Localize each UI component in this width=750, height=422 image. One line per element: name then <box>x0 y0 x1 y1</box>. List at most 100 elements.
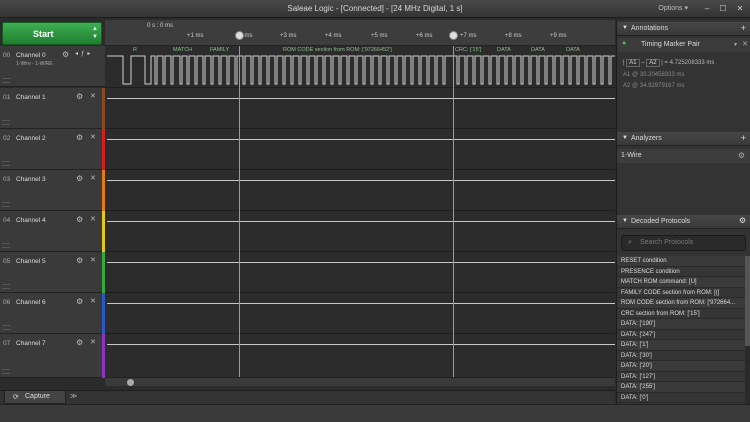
scroll-thumb[interactable] <box>745 256 750 346</box>
tab-capture[interactable]: ⟳ Capture <box>4 391 66 404</box>
channel-row-6[interactable]: 06 Channel 6 ⚙ ✕ <box>0 293 105 334</box>
gear-icon[interactable]: ⚙ <box>76 92 83 101</box>
collapse-icon[interactable]: ▼ <box>622 25 628 31</box>
gear-icon[interactable]: ⚙ <box>76 133 83 142</box>
search-protocols-input[interactable]: ⌕ Search Protocols <box>621 235 746 251</box>
start-options-arrows[interactable]: ▲ ▼ <box>92 25 98 41</box>
gear-icon[interactable]: ⚙ <box>738 151 745 160</box>
list-item[interactable]: CRC section from ROM: ['15'] <box>617 308 745 319</box>
close-icon[interactable]: ✕ <box>90 133 96 141</box>
channel-name[interactable]: Channel 6 <box>16 299 46 306</box>
channel-name[interactable]: Channel 5 <box>16 258 46 265</box>
list-item[interactable]: MATCH ROM command: [U] <box>617 277 745 288</box>
gear-icon[interactable]: ⚙ <box>76 174 83 183</box>
list-item[interactable]: DATA: ['1'] <box>617 340 745 351</box>
gear-icon[interactable]: ⚙ <box>76 297 83 306</box>
list-item[interactable]: DATA: ['247'] <box>617 329 745 340</box>
timing-marker-a2-line[interactable] <box>453 46 454 378</box>
maximize-icon[interactable]: ☐ <box>716 3 730 14</box>
close-icon[interactable]: ✕ <box>90 174 96 182</box>
list-item[interactable]: DATA: ['127'] <box>617 371 745 382</box>
gear-icon[interactable]: ⚙ <box>76 215 83 224</box>
close-icon[interactable]: ✕ <box>90 215 96 223</box>
channel-row-1[interactable]: 01 Channel 1 ⚙ ✕ <box>0 88 105 129</box>
ruler-tick: +6 ms <box>416 33 433 39</box>
drag-handle[interactable] <box>2 284 10 289</box>
scroll-thumb[interactable] <box>127 379 134 386</box>
trigger-controls[interactable]: ◂ƒ▸ <box>75 50 93 57</box>
channel-name[interactable]: Channel 0 <box>16 52 46 59</box>
list-item[interactable]: DATA: ['190'] <box>617 319 745 330</box>
channel-name[interactable]: Channel 1 <box>16 94 46 101</box>
channel-name[interactable]: Channel 3 <box>16 176 46 183</box>
window-title: Saleae Logic - [Connected] - [24 MHz Dig… <box>287 4 463 13</box>
minimize-icon[interactable]: – <box>700 3 714 14</box>
timing-marker-a2[interactable] <box>449 31 458 40</box>
gear-icon[interactable]: ⚙ <box>62 50 69 59</box>
close-icon[interactable]: ✕ <box>90 256 96 264</box>
drag-handle[interactable] <box>2 161 10 166</box>
list-item[interactable]: ROM CODE section from ROM: ['972664... <box>617 298 745 309</box>
list-item[interactable]: FAMILY CODE section from ROM: [(] <box>617 287 745 298</box>
timing-marker-a1[interactable] <box>235 31 244 40</box>
analyzers-header[interactable]: ▼ Analyzers + <box>617 132 750 146</box>
marker-delta-row: | A1 – A2 | = 4.725208333 ms <box>623 59 715 67</box>
a2-row: A2 @ 34.92979167 ms <box>623 83 684 89</box>
channel-number: 02 <box>3 135 11 142</box>
list-item[interactable]: DATA: ['20'] <box>617 361 745 372</box>
close-icon[interactable]: ✕ <box>90 338 96 346</box>
waveform-lane-7 <box>105 334 615 378</box>
time-ruler[interactable]: 0 s : 0 ms +1 ms +2 ms +3 ms +4 ms +5 ms… <box>105 20 615 46</box>
channel-name[interactable]: Channel 7 <box>16 340 46 347</box>
add-analyzer-button[interactable]: + <box>741 133 746 143</box>
list-item[interactable]: DATA: ['255'] <box>617 382 745 393</box>
drag-handle[interactable] <box>2 202 10 207</box>
channel-row-5[interactable]: 05 Channel 5 ⚙ ✕ <box>0 252 105 293</box>
a2-chip[interactable]: A2 <box>646 59 660 67</box>
vertical-scrollbar[interactable] <box>745 256 750 404</box>
channel-row-7[interactable]: 07 Channel 7 ⚙ ✕ <box>0 334 105 378</box>
start-button[interactable]: Start ▲ ▼ <box>2 22 102 45</box>
channel-name[interactable]: Channel 2 <box>16 135 46 142</box>
waveform-area[interactable]: R MATCH FAMILY ROM CODE section from ROM… <box>105 46 615 378</box>
chevron-down-icon[interactable]: ▾ <box>734 41 737 48</box>
close-icon[interactable]: ✕ <box>90 297 96 305</box>
ruler-tick: +5 ms <box>371 33 388 39</box>
drag-handle[interactable] <box>2 325 10 330</box>
channel-row-3[interactable]: 03 Channel 3 ⚙ ✕ <box>0 170 105 211</box>
drag-handle[interactable] <box>2 369 10 374</box>
decoded-protocols-list[interactable]: RESET condition PRESENCE condition MATCH… <box>617 256 745 404</box>
drag-handle[interactable] <box>2 78 10 83</box>
list-item[interactable]: PRESENCE condition <box>617 266 745 277</box>
search-icon: ⌕ <box>628 239 632 246</box>
close-icon[interactable]: ✕ <box>733 3 747 14</box>
list-item[interactable]: DATA: ['0'] <box>617 392 745 403</box>
collapse-icon[interactable]: ▼ <box>622 218 628 224</box>
channel-row-0[interactable]: 00 Channel 0 1-Wire - 1-WIRE ⚙ ◂ƒ▸ <box>0 46 105 87</box>
channel-row-4[interactable]: 04 Channel 4 ⚙ ✕ <box>0 211 105 252</box>
drag-handle[interactable] <box>2 120 10 125</box>
close-icon[interactable]: ✕ <box>90 92 96 100</box>
gear-icon[interactable]: ⚙ <box>76 338 83 347</box>
title-bar: Saleae Logic - [Connected] - [24 MHz Dig… <box>0 0 750 18</box>
timing-marker-pair-row[interactable]: ● Timing Marker Pair ▾ ✕ <box>617 38 750 52</box>
gear-icon[interactable]: ⚙ <box>739 216 746 225</box>
list-item[interactable]: RESET condition <box>617 256 745 267</box>
channel-row-2[interactable]: 02 Channel 2 ⚙ ✕ <box>0 129 105 170</box>
more-tabs-icon[interactable]: ≫ <box>70 392 77 400</box>
timing-marker-a1-line[interactable] <box>239 46 240 378</box>
list-item[interactable]: DATA: ['30'] <box>617 350 745 361</box>
close-icon[interactable]: ✕ <box>742 40 748 48</box>
analyzer-item[interactable]: 1-Wire ⚙ <box>617 149 750 163</box>
decoded-protocols-header[interactable]: ▼ Decoded Protocols ⚙ <box>617 215 750 229</box>
channel-name[interactable]: Channel 4 <box>16 217 46 224</box>
add-annotation-button[interactable]: + <box>741 23 746 33</box>
gear-icon[interactable]: ⚙ <box>76 256 83 265</box>
horizontal-scrollbar[interactable] <box>105 377 615 386</box>
collapse-icon[interactable]: ▼ <box>622 135 628 141</box>
decoded-protocols-title: Decoded Protocols <box>631 218 691 225</box>
annotations-header[interactable]: ▼ Annotations + <box>617 22 750 36</box>
drag-handle[interactable] <box>2 243 10 248</box>
a1-chip[interactable]: A1 <box>626 59 640 67</box>
options-menu[interactable]: Options ▾ <box>658 4 688 12</box>
